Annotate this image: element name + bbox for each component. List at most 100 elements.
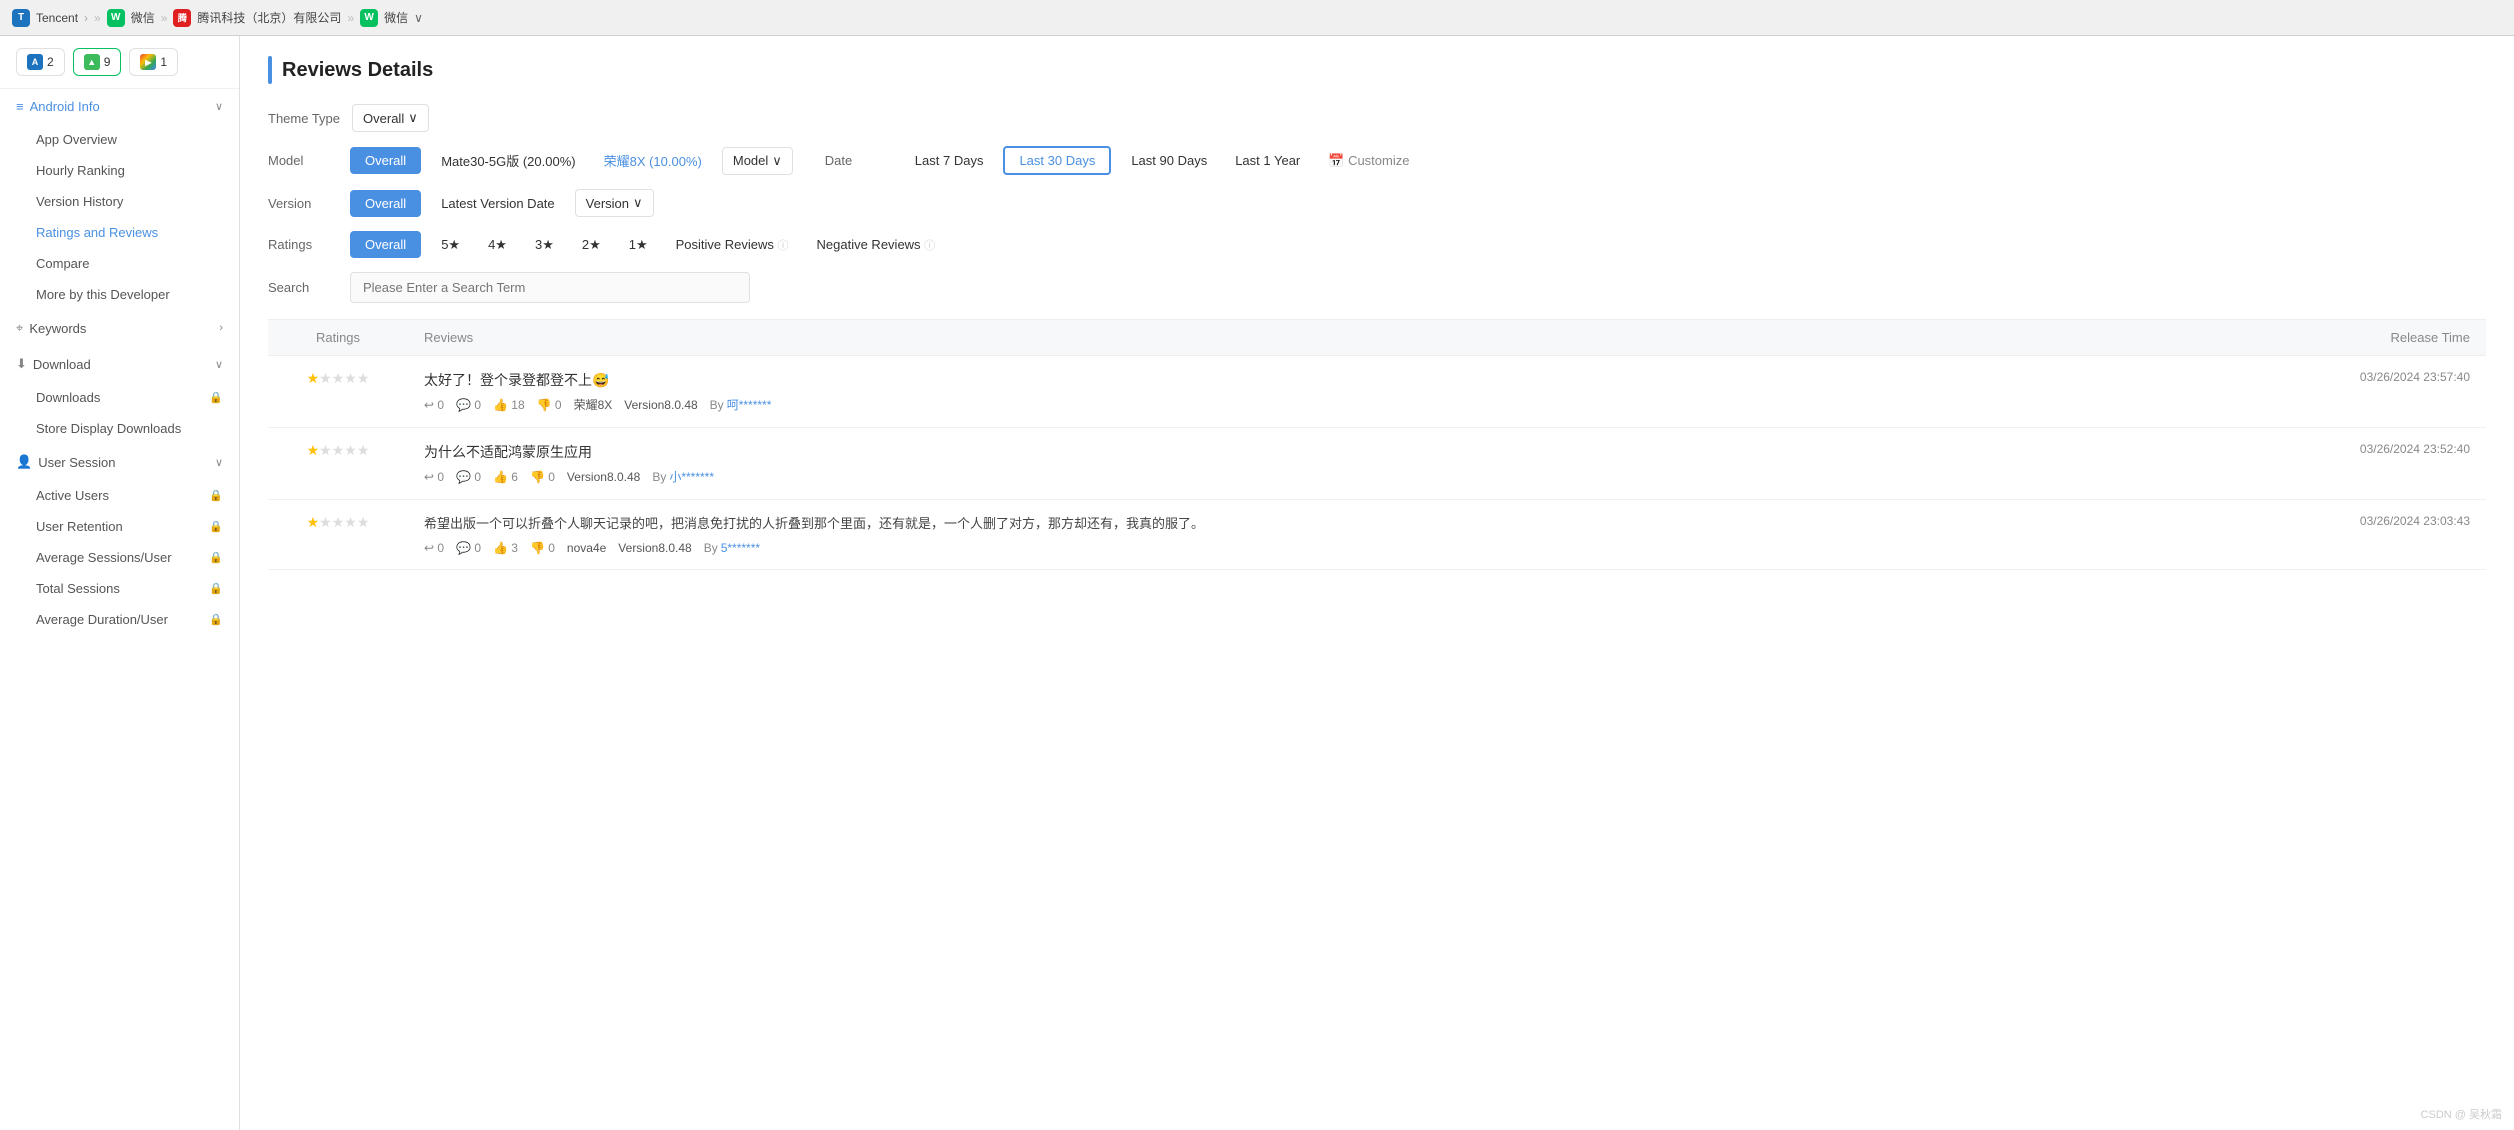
layers-icon: ≡ (16, 99, 24, 114)
sidebar-item-compare[interactable]: Compare (0, 248, 239, 279)
date-btn-last90[interactable]: Last 90 Days (1123, 148, 1215, 173)
sidebar-section-download: ⬇ Download ∨ Downloads 🔒 Store Display D… (0, 346, 239, 444)
dislike-icon-3: 👎 0 (530, 541, 555, 555)
dislike-icon: 👎 0 (537, 398, 562, 412)
app-overview-label: App Overview (36, 132, 117, 147)
keywords-chevron: › (219, 322, 223, 334)
ratings-btn-3star[interactable]: 3★ (527, 232, 562, 258)
sidebar-section-download-header[interactable]: ⬇ Download ∨ (0, 346, 239, 382)
store-selector: A 2 ▲ 9 ▶ 1 (0, 36, 239, 89)
sidebar-section-android-info-header[interactable]: ≡ Android Info ∨ (0, 89, 239, 124)
topbar-chevron: › (84, 11, 88, 25)
total-sessions-label: Total Sessions (36, 581, 120, 596)
store-btn-gp[interactable]: ▶ 1 (129, 48, 178, 76)
model-label: Model (268, 153, 338, 168)
star-4: ★ (344, 370, 357, 387)
ratings-btn-negative[interactable]: Negative Reviews ⓘ (809, 232, 944, 258)
user-retention-label: User Retention (36, 519, 123, 534)
gp-count: 1 (160, 55, 167, 69)
review-version-1: Version8.0.48 (624, 398, 697, 412)
star-2: ★ (319, 370, 332, 387)
sidebar-item-more-by-developer[interactable]: More by this Developer (0, 279, 239, 310)
total-sessions-lock-icon: 🔒 (209, 582, 223, 595)
user-retention-lock-icon: 🔒 (209, 520, 223, 533)
rating-stars: ★ ★ ★ ★ ★ (284, 370, 392, 387)
page-title-row: Reviews Details (268, 56, 2486, 84)
version-dropdown[interactable]: Version ∨ (575, 189, 654, 217)
table-row: ★ ★ ★ ★ ★ 为什么不适配鸿蒙原生应用 ↩ 0 💬 0 (268, 428, 2486, 500)
sidebar-item-user-retention[interactable]: User Retention 🔒 (0, 511, 239, 542)
topbar-app1: 微信 (131, 9, 155, 26)
sidebar-item-average-sessions[interactable]: Average Sessions/User 🔒 (0, 542, 239, 573)
android-info-chevron: ∨ (215, 100, 223, 113)
review-cell: 太好了！登个录登都登不上😅 ↩ 0 💬 0 👍 18 👎 0 荣耀8X Vers… (408, 356, 2176, 428)
release-time-2: 03/26/2024 23:52:40 (2192, 442, 2470, 456)
sidebar-section-user-session: 👤 User Session ∨ Active Users 🔒 User Ret… (0, 444, 239, 635)
model-mate30[interactable]: Mate30-5G版 (20.00%) (433, 146, 583, 175)
review-title-2: 为什么不适配鸿蒙原生应用 (424, 442, 2160, 462)
ratings-btn-overall[interactable]: Overall (350, 231, 421, 258)
release-time-1: 03/26/2024 23:57:40 (2192, 370, 2470, 384)
review-meta-2: ↩ 0 💬 0 👍 6 👎 0 Version8.0.48 By 小******… (424, 468, 2160, 485)
reviews-table: Ratings Reviews Release Time ★ ★ ★ (268, 319, 2486, 570)
review-version-2: Version8.0.48 (567, 470, 640, 484)
sidebar-item-version-history[interactable]: Version History (0, 186, 239, 217)
ratings-btn-1star[interactable]: 1★ (621, 232, 656, 258)
review-author-2[interactable]: 小******* (669, 468, 714, 485)
model-dropdown[interactable]: Model ∨ (722, 147, 793, 175)
average-sessions-label: Average Sessions/User (36, 550, 172, 565)
sidebar-item-average-duration[interactable]: Average Duration/User 🔒 (0, 604, 239, 635)
version-latest[interactable]: Latest Version Date (433, 191, 562, 216)
android-info-label: Android Info (30, 99, 100, 114)
ratings-btn-5star[interactable]: 5★ (433, 232, 468, 258)
sidebar-section-keywords-header[interactable]: ⌖ Keywords › (0, 310, 239, 346)
ios-count: 2 (47, 55, 54, 69)
store-btn-android[interactable]: ▲ 9 (73, 48, 122, 76)
col-ratings: Ratings (268, 320, 408, 356)
topbar-subcompany: 腾讯科技（北京）有限公司 (197, 9, 341, 26)
sidebar-item-total-sessions[interactable]: Total Sessions 🔒 (0, 573, 239, 604)
tencent-icon: T (12, 9, 30, 27)
table-body: ★ ★ ★ ★ ★ 太好了！登个录登都登不上😅 ↩ 0 💬 0 (268, 356, 2486, 570)
date-btn-customize[interactable]: 📅 Customize (1320, 148, 1417, 174)
download-label: Download (33, 357, 91, 372)
sidebar-item-active-users[interactable]: Active Users 🔒 (0, 480, 239, 511)
ratings-btn-positive[interactable]: Positive Reviews ⓘ (668, 232, 797, 258)
theme-type-dropdown[interactable]: Overall ∨ (352, 104, 429, 132)
date-btn-last30[interactable]: Last 30 Days (1003, 146, 1111, 175)
model-rongyao8x[interactable]: 荣耀8X (10.00%) (596, 146, 710, 175)
gp-badge-icon: ▶ (140, 54, 156, 70)
reply-icon-3: ↩ 0 (424, 541, 444, 555)
sidebar-item-store-display-downloads[interactable]: Store Display Downloads (0, 413, 239, 444)
version-btn-overall[interactable]: Overall (350, 190, 421, 217)
sidebar-item-ratings-reviews[interactable]: Ratings and Reviews (0, 217, 239, 248)
topbar-dropdown-arrow[interactable]: ∨ (414, 11, 423, 25)
date-btn-last7[interactable]: Last 7 Days (907, 148, 992, 173)
star-5: ★ (357, 442, 370, 459)
review-by-2: By 小******* (652, 468, 714, 485)
more-by-developer-label: More by this Developer (36, 287, 170, 302)
version-label: Version (268, 196, 338, 211)
sidebar-item-hourly-ranking[interactable]: Hourly Ranking (0, 155, 239, 186)
sidebar-section-user-session-header[interactable]: 👤 User Session ∨ (0, 444, 239, 480)
table-row: ★ ★ ★ ★ ★ 太好了！登个录登都登不上😅 ↩ 0 💬 0 (268, 356, 2486, 428)
star-2: ★ (319, 442, 332, 459)
search-input[interactable] (350, 272, 750, 303)
store-btn-ios[interactable]: A 2 (16, 48, 65, 76)
model-dropdown-label: Model (733, 153, 768, 168)
date-btn-last1year[interactable]: Last 1 Year (1227, 148, 1308, 173)
sidebar-section-android-info: ≡ Android Info ∨ App Overview Hourly Ran… (0, 89, 239, 310)
sidebar-item-downloads[interactable]: Downloads 🔒 (0, 382, 239, 413)
ratings-btn-2star[interactable]: 2★ (574, 232, 609, 258)
watermark: CSDN @ 吴秋霜 (2421, 1106, 2502, 1122)
review-author-1[interactable]: 呵******* (727, 396, 772, 413)
topbar-red-icon: 腾 (173, 9, 191, 27)
model-btn-overall[interactable]: Overall (350, 147, 421, 174)
sidebar-item-app-overview[interactable]: App Overview (0, 124, 239, 155)
review-author-3[interactable]: 5******* (721, 541, 760, 555)
active-users-label: Active Users (36, 488, 109, 503)
like-icon-3: 👍 3 (493, 541, 518, 555)
review-cell-2: 为什么不适配鸿蒙原生应用 ↩ 0 💬 0 👍 6 👎 0 Version8.0.… (408, 428, 2176, 500)
ratings-reviews-label: Ratings and Reviews (36, 225, 158, 240)
ratings-btn-4star[interactable]: 4★ (480, 232, 515, 258)
